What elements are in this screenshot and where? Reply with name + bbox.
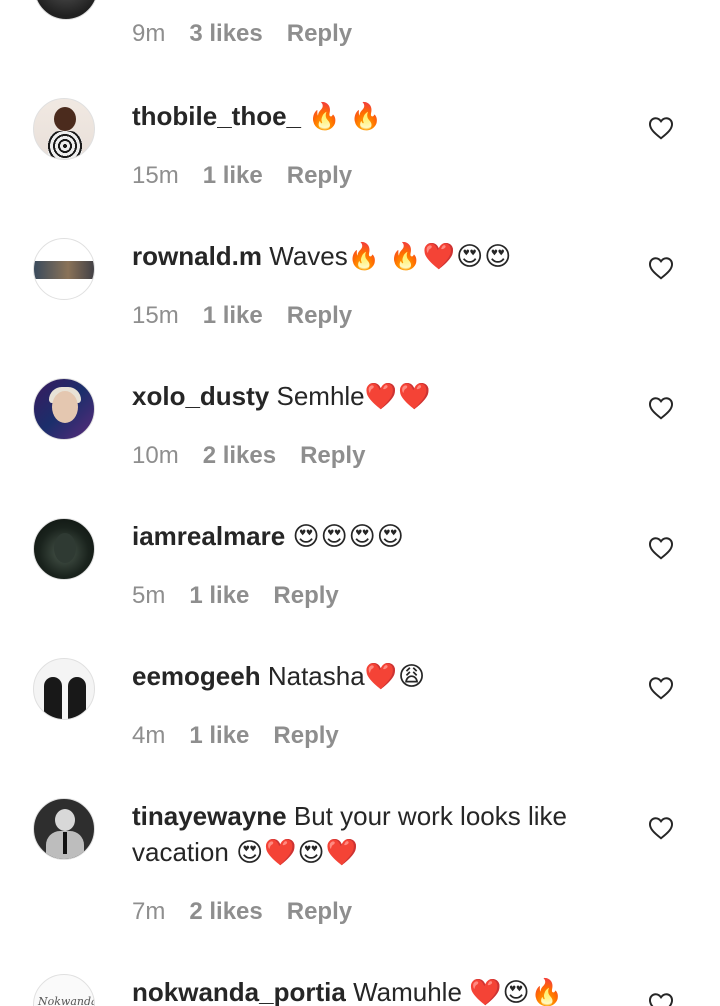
comment-emojis: ❤️❤️ — [364, 381, 432, 411]
like-heart-icon[interactable] — [648, 816, 674, 840]
likes-count[interactable]: 2 likes — [203, 442, 276, 470]
likes-count[interactable]: 1 like — [203, 302, 263, 330]
comment-item: tinayewayne But your work looks like vac… — [0, 798, 720, 958]
avatar[interactable]: Nokwanda — [33, 974, 95, 1006]
reply-button[interactable]: Reply — [273, 722, 338, 750]
comment-emojis: 😍❤️😍❤️ — [236, 837, 360, 867]
avatar[interactable] — [33, 658, 95, 720]
comment-time: 10m — [132, 442, 179, 469]
comment-username[interactable]: eemogeeh — [132, 661, 261, 691]
reply-button[interactable]: Reply — [300, 442, 365, 470]
comment-meta: 7m 2 likes Reply — [132, 898, 352, 926]
comment-time: 5m — [132, 582, 166, 609]
comment-emojis: ❤️😍🔥 — [469, 977, 565, 1006]
comment-username[interactable]: iamrealmare — [132, 521, 285, 551]
comment-meta: 4m 1 like Reply — [132, 722, 339, 750]
comment-item: Nokwanda nokwanda_portia Wamuhle ❤️😍🔥 — [0, 974, 720, 1006]
likes-count[interactable]: 1 like — [203, 162, 263, 190]
comment-time: 7m — [132, 898, 166, 925]
like-heart-icon[interactable] — [648, 256, 674, 280]
comment-time: 15m — [132, 302, 179, 329]
comment-username[interactable]: tinayewayne — [132, 801, 287, 831]
comment-item: eemogeeh Natasha❤️😩 4m 1 like Reply — [0, 658, 720, 798]
likes-count[interactable]: 3 likes — [189, 20, 262, 48]
comment-text: tinayewayne But your work looks like vac… — [132, 798, 602, 870]
like-heart-icon[interactable] — [648, 992, 674, 1006]
comment-time: 15m — [132, 162, 179, 189]
comment-item: xolo_dusty Semhle❤️❤️ 10m 2 likes Reply — [0, 378, 720, 518]
comment-username[interactable]: rownald.m — [132, 241, 262, 271]
comment-meta: 9m 3 likes Reply — [132, 20, 352, 48]
comment-meta: 5m 1 like Reply — [132, 582, 339, 610]
avatar-signature: Nokwanda — [38, 995, 95, 1006]
reply-button[interactable]: Reply — [287, 20, 352, 48]
comment-text: eemogeeh Natasha❤️😩 — [132, 658, 612, 694]
comment-text: rownald.m Waves🔥 🔥❤️😍😍 — [132, 238, 612, 274]
comments-screen: 9m 3 likes Reply thobile_thoe_ 🔥 🔥 15m 1… — [0, 0, 720, 1006]
comment-item: iamrealmare 😍😍😍😍 5m 1 like Reply — [0, 518, 720, 658]
comment-text: iamrealmare 😍😍😍😍 — [132, 518, 612, 554]
avatar[interactable] — [33, 518, 95, 580]
comment-text: nokwanda_portia Wamuhle ❤️😍🔥 — [132, 974, 612, 1006]
avatar[interactable] — [34, 0, 98, 20]
comment-username[interactable]: thobile_thoe_ — [132, 101, 301, 131]
avatar[interactable] — [33, 238, 95, 300]
likes-count[interactable]: 1 like — [189, 722, 249, 750]
comment-meta: 15m 1 like Reply — [132, 162, 352, 190]
comment-meta: 15m 1 like Reply — [132, 302, 352, 330]
avatar[interactable] — [33, 798, 95, 860]
like-heart-icon[interactable] — [648, 116, 674, 140]
comment-body: Semhle — [276, 381, 365, 411]
comment-emojis: 🔥 🔥❤️😍😍 — [347, 241, 513, 271]
comment-emojis: ❤️😩 — [364, 661, 427, 691]
avatar[interactable] — [33, 378, 95, 440]
like-heart-icon[interactable] — [648, 676, 674, 700]
comment-body: Natasha — [267, 661, 365, 691]
comment-username[interactable]: nokwanda_portia — [132, 977, 346, 1006]
reply-button[interactable]: Reply — [287, 898, 352, 926]
comment-item: rownald.m Waves🔥 🔥❤️😍😍 15m 1 like Reply — [0, 238, 720, 378]
like-heart-icon[interactable] — [648, 396, 674, 420]
reply-button[interactable]: Reply — [287, 162, 352, 190]
comment-text: xolo_dusty Semhle❤️❤️ — [132, 378, 612, 414]
comment-item: thobile_thoe_ 🔥 🔥 15m 1 like Reply — [0, 98, 720, 238]
comment-emojis: 🔥 🔥 — [308, 101, 384, 131]
reply-button[interactable]: Reply — [287, 302, 352, 330]
comment-body: Waves — [269, 241, 348, 271]
likes-count[interactable]: 1 like — [189, 582, 249, 610]
comment-body: Wamuhle — [353, 977, 462, 1006]
likes-count[interactable]: 2 likes — [189, 898, 262, 926]
comment-username[interactable]: xolo_dusty — [132, 381, 269, 411]
avatar[interactable] — [33, 98, 95, 160]
comment-meta: 10m 2 likes Reply — [132, 442, 365, 470]
comment-emojis: 😍😍😍😍 — [292, 521, 405, 551]
comment-time: 4m — [132, 722, 166, 749]
reply-button[interactable]: Reply — [273, 582, 338, 610]
comment-text: thobile_thoe_ 🔥 🔥 — [132, 98, 612, 134]
like-heart-icon[interactable] — [648, 536, 674, 560]
comment-time: 9m — [132, 20, 166, 47]
